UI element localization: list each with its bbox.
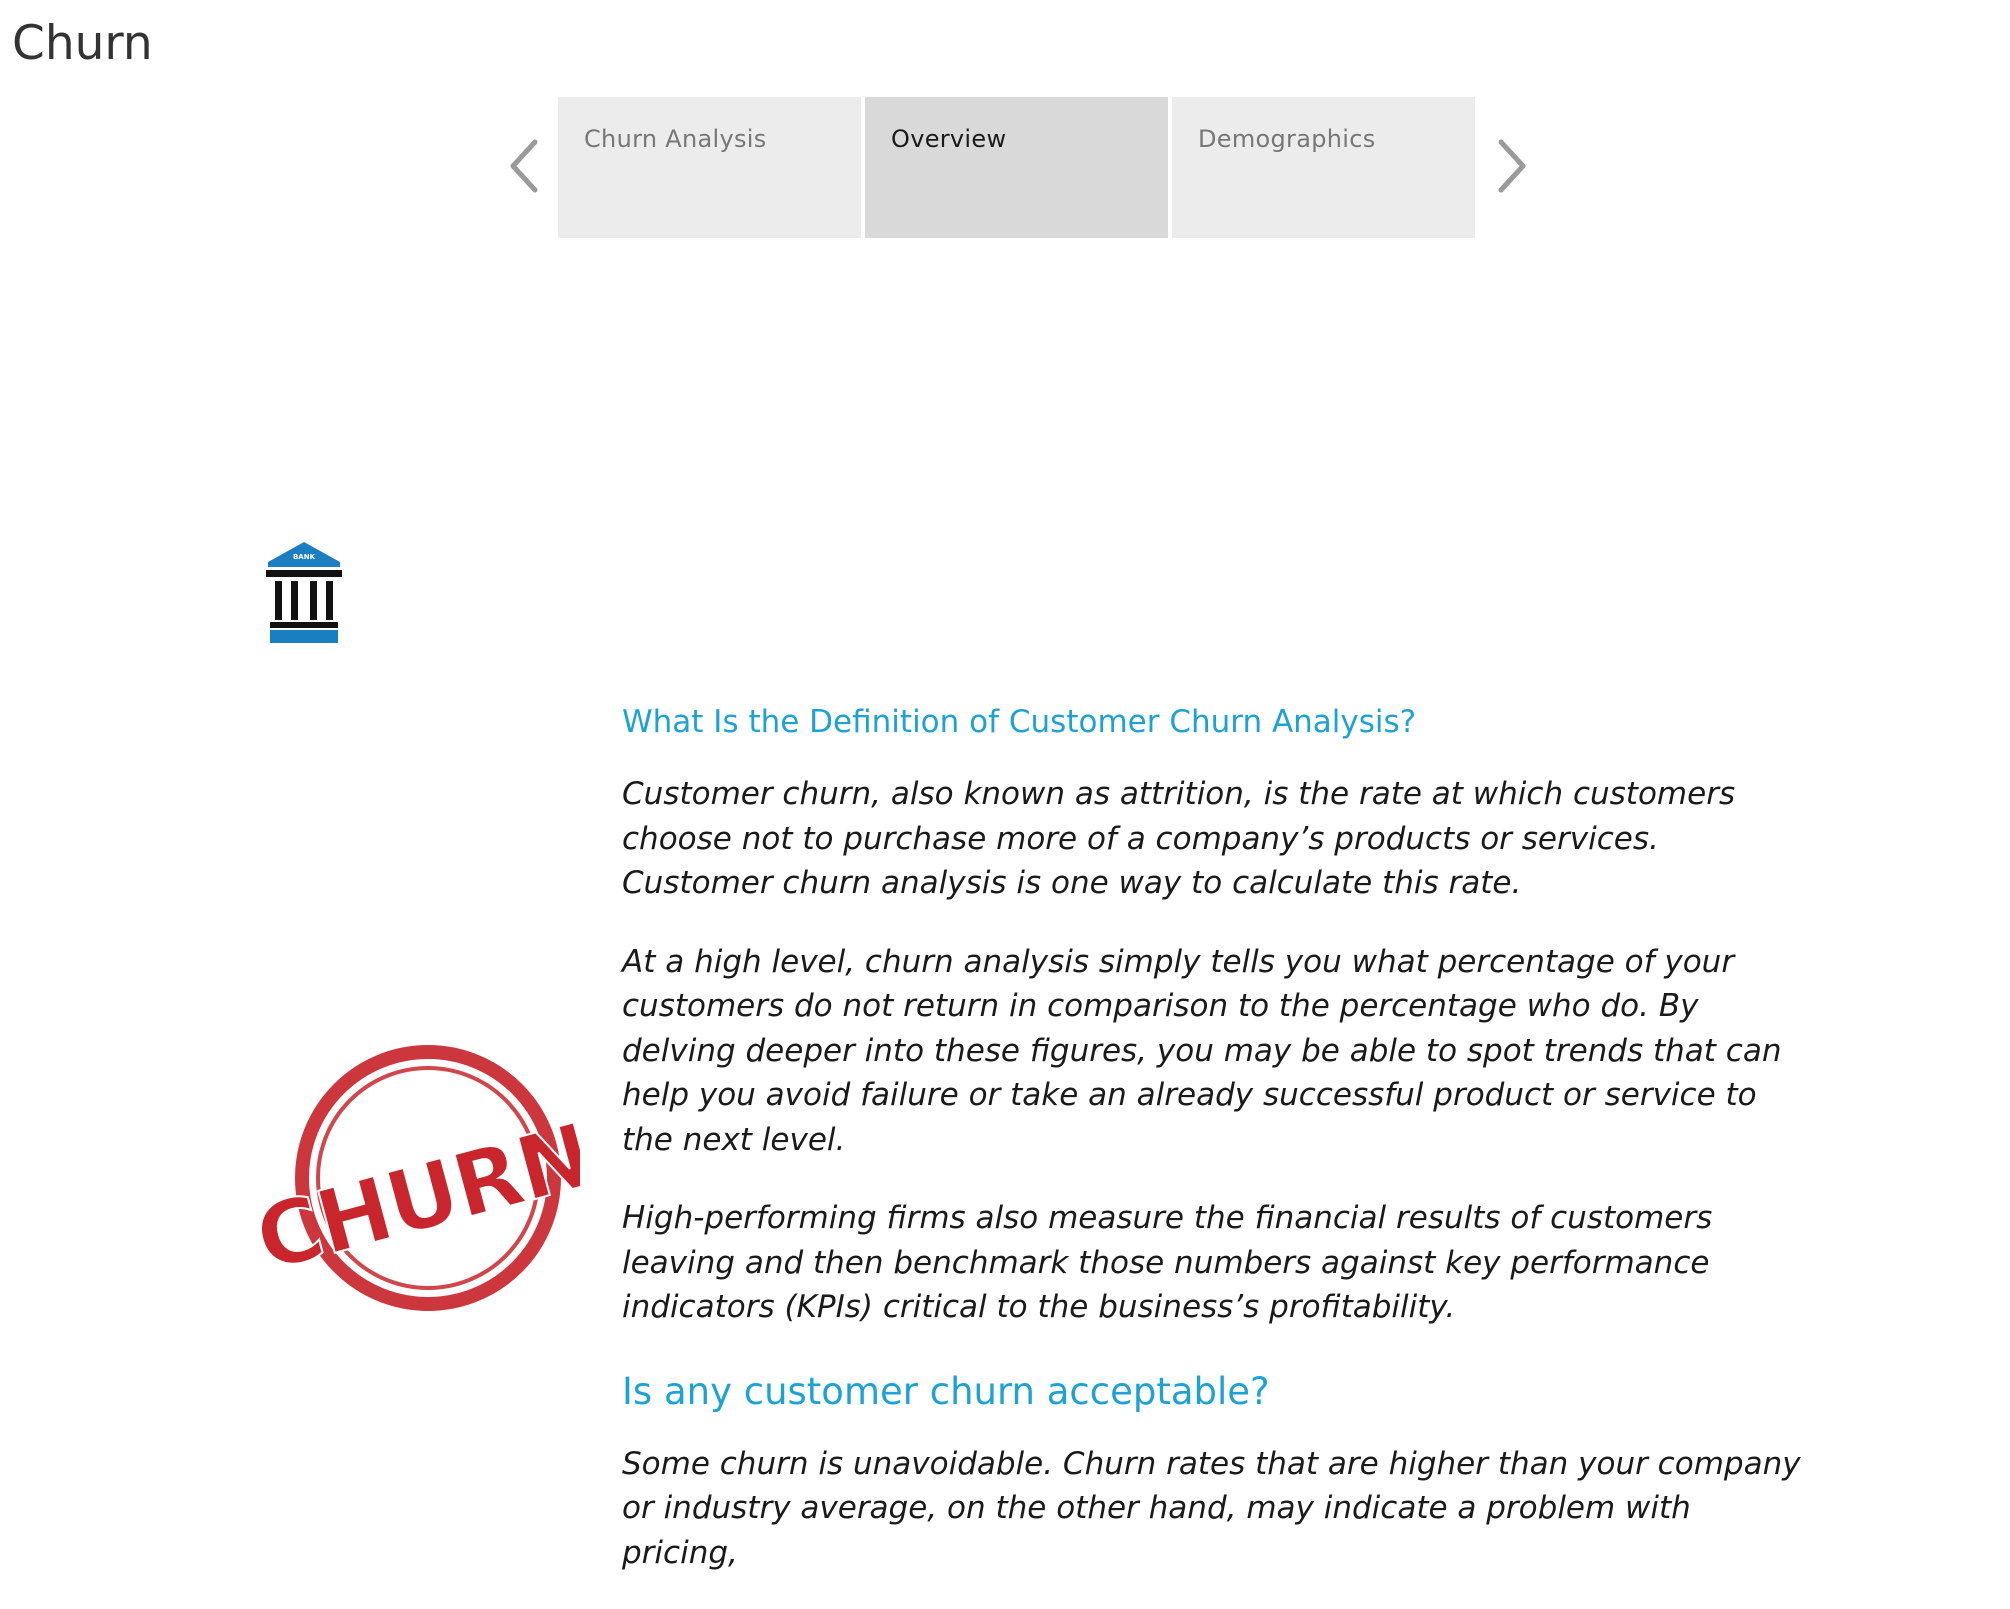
tab-demographics[interactable]: Demographics	[1172, 97, 1475, 238]
chevron-left-icon[interactable]	[504, 136, 544, 196]
page-title: Churn	[12, 16, 153, 71]
churn-stamp-image: CHURN	[244, 1036, 602, 1326]
paragraph: Customer churn, also known as attrition,…	[622, 776, 1736, 901]
tab-label: Churn Analysis	[584, 125, 767, 153]
paragraph: High-performing firms also measure the f…	[622, 1200, 1713, 1325]
definition-heading: What Is the Definition of Customer Churn…	[622, 704, 1417, 740]
tab-label: Overview	[891, 125, 1007, 153]
acceptable-churn-heading: Is any customer churn acceptable?	[622, 1369, 1270, 1413]
tab-label: Demographics	[1198, 125, 1376, 153]
bank-icon: BANK	[266, 540, 342, 646]
paragraph: At a high level, churn analysis simply t…	[622, 943, 1782, 1158]
tab-churn-analysis[interactable]: Churn Analysis	[558, 97, 861, 238]
paragraph: Some churn is unavoidable. Churn rates t…	[622, 1445, 1801, 1571]
tab-overview[interactable]: Overview	[865, 97, 1168, 238]
overview-text-content: What Is the Definition of Customer Churn…	[622, 694, 1802, 1609]
bank-caption: BANK	[293, 553, 316, 561]
chevron-right-icon[interactable]	[1492, 136, 1532, 196]
story-tabs: Churn Analysis Overview Demographics	[558, 97, 1475, 238]
